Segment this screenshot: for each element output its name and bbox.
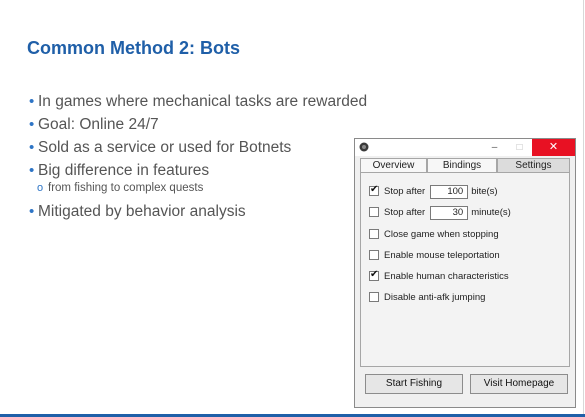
stop-after-bites-option: ✔ Stop after 100 bite(s) — [369, 184, 498, 199]
slide-edge-divider — [583, 0, 584, 417]
mouse-teleport-checkbox[interactable] — [369, 250, 379, 260]
checkmark-icon: ✔ — [370, 184, 379, 195]
bites-count-field[interactable]: 100 — [430, 185, 469, 199]
settings-panel: ✔ Stop after 100 bite(s) Stop after 30 minute… — [360, 172, 570, 367]
anti-afk-option: Disable anti-afk jumping — [369, 291, 485, 305]
sub-bullet-text: from fishing to complex quests — [48, 182, 204, 194]
tab-bindings[interactable]: Bindings — [427, 158, 497, 173]
option-label: Enable mouse teleportation — [384, 250, 500, 261]
stop-after-bites-checkbox[interactable]: ✔ — [369, 184, 379, 196]
bullet-dot-icon: • — [29, 139, 35, 156]
tab-settings[interactable]: Settings — [497, 158, 570, 173]
bullet-item: • Goal: Online 24/7 — [29, 115, 449, 135]
window-titlebar[interactable]: – □ ✕ — [355, 139, 575, 156]
bullet-text: Sold as a service or used for Botnets — [38, 139, 292, 156]
option-unit: minute(s) — [471, 207, 511, 218]
maximize-button[interactable]: □ — [508, 139, 531, 156]
close-game-option: Close game when stopping — [369, 228, 499, 242]
close-button[interactable]: ✕ — [532, 139, 575, 156]
app-icon — [359, 142, 369, 152]
anti-afk-checkbox[interactable] — [369, 292, 379, 302]
visit-homepage-button[interactable]: Visit Homepage — [470, 374, 568, 394]
start-fishing-button[interactable]: Start Fishing — [365, 374, 463, 394]
option-label: Close game when stopping — [384, 229, 499, 240]
slide-title: Common Method 2: Bots — [27, 38, 240, 58]
human-characteristics-option: ✔ Enable human characteristics — [369, 269, 509, 284]
bullet-dot-icon: • — [29, 93, 35, 110]
bullet-dot-icon: • — [29, 203, 35, 220]
stop-after-minutes-option: Stop after 30 minute(s) — [369, 206, 511, 220]
tab-bar: Overview Bindings Settings — [360, 158, 570, 173]
option-label: Stop after — [384, 207, 426, 218]
minutes-count-field[interactable]: 30 — [430, 206, 469, 220]
bullet-text: Goal: Online 24/7 — [38, 116, 159, 133]
mouse-teleport-option: Enable mouse teleportation — [369, 249, 500, 263]
option-label: Stop after — [384, 186, 426, 197]
option-label: Disable anti-afk jumping — [384, 292, 486, 303]
tab-overview[interactable]: Overview — [360, 158, 427, 173]
bullet-text: Big difference in features — [38, 162, 210, 179]
sub-bullet-circle-icon: o — [37, 182, 44, 194]
bullet-dot-icon: • — [29, 116, 35, 133]
option-label: Enable human characteristics — [384, 271, 509, 282]
human-characteristics-checkbox[interactable]: ✔ — [369, 269, 379, 281]
bullet-text: Mitigated by behavior analysis — [38, 203, 246, 220]
bullet-dot-icon: • — [29, 162, 35, 179]
bullet-item: • In games where mechanical tasks are re… — [29, 92, 449, 112]
stop-after-minutes-checkbox[interactable] — [369, 207, 379, 217]
close-game-checkbox[interactable] — [369, 229, 379, 239]
bullet-text: In games where mechanical tasks are rewa… — [38, 93, 368, 110]
option-unit: bite(s) — [471, 186, 498, 197]
checkmark-icon: ✔ — [370, 269, 379, 280]
minimize-button[interactable]: – — [483, 139, 506, 156]
bot-settings-window: – □ ✕ Overview Bindings Settings ✔ Stop a… — [354, 138, 576, 408]
